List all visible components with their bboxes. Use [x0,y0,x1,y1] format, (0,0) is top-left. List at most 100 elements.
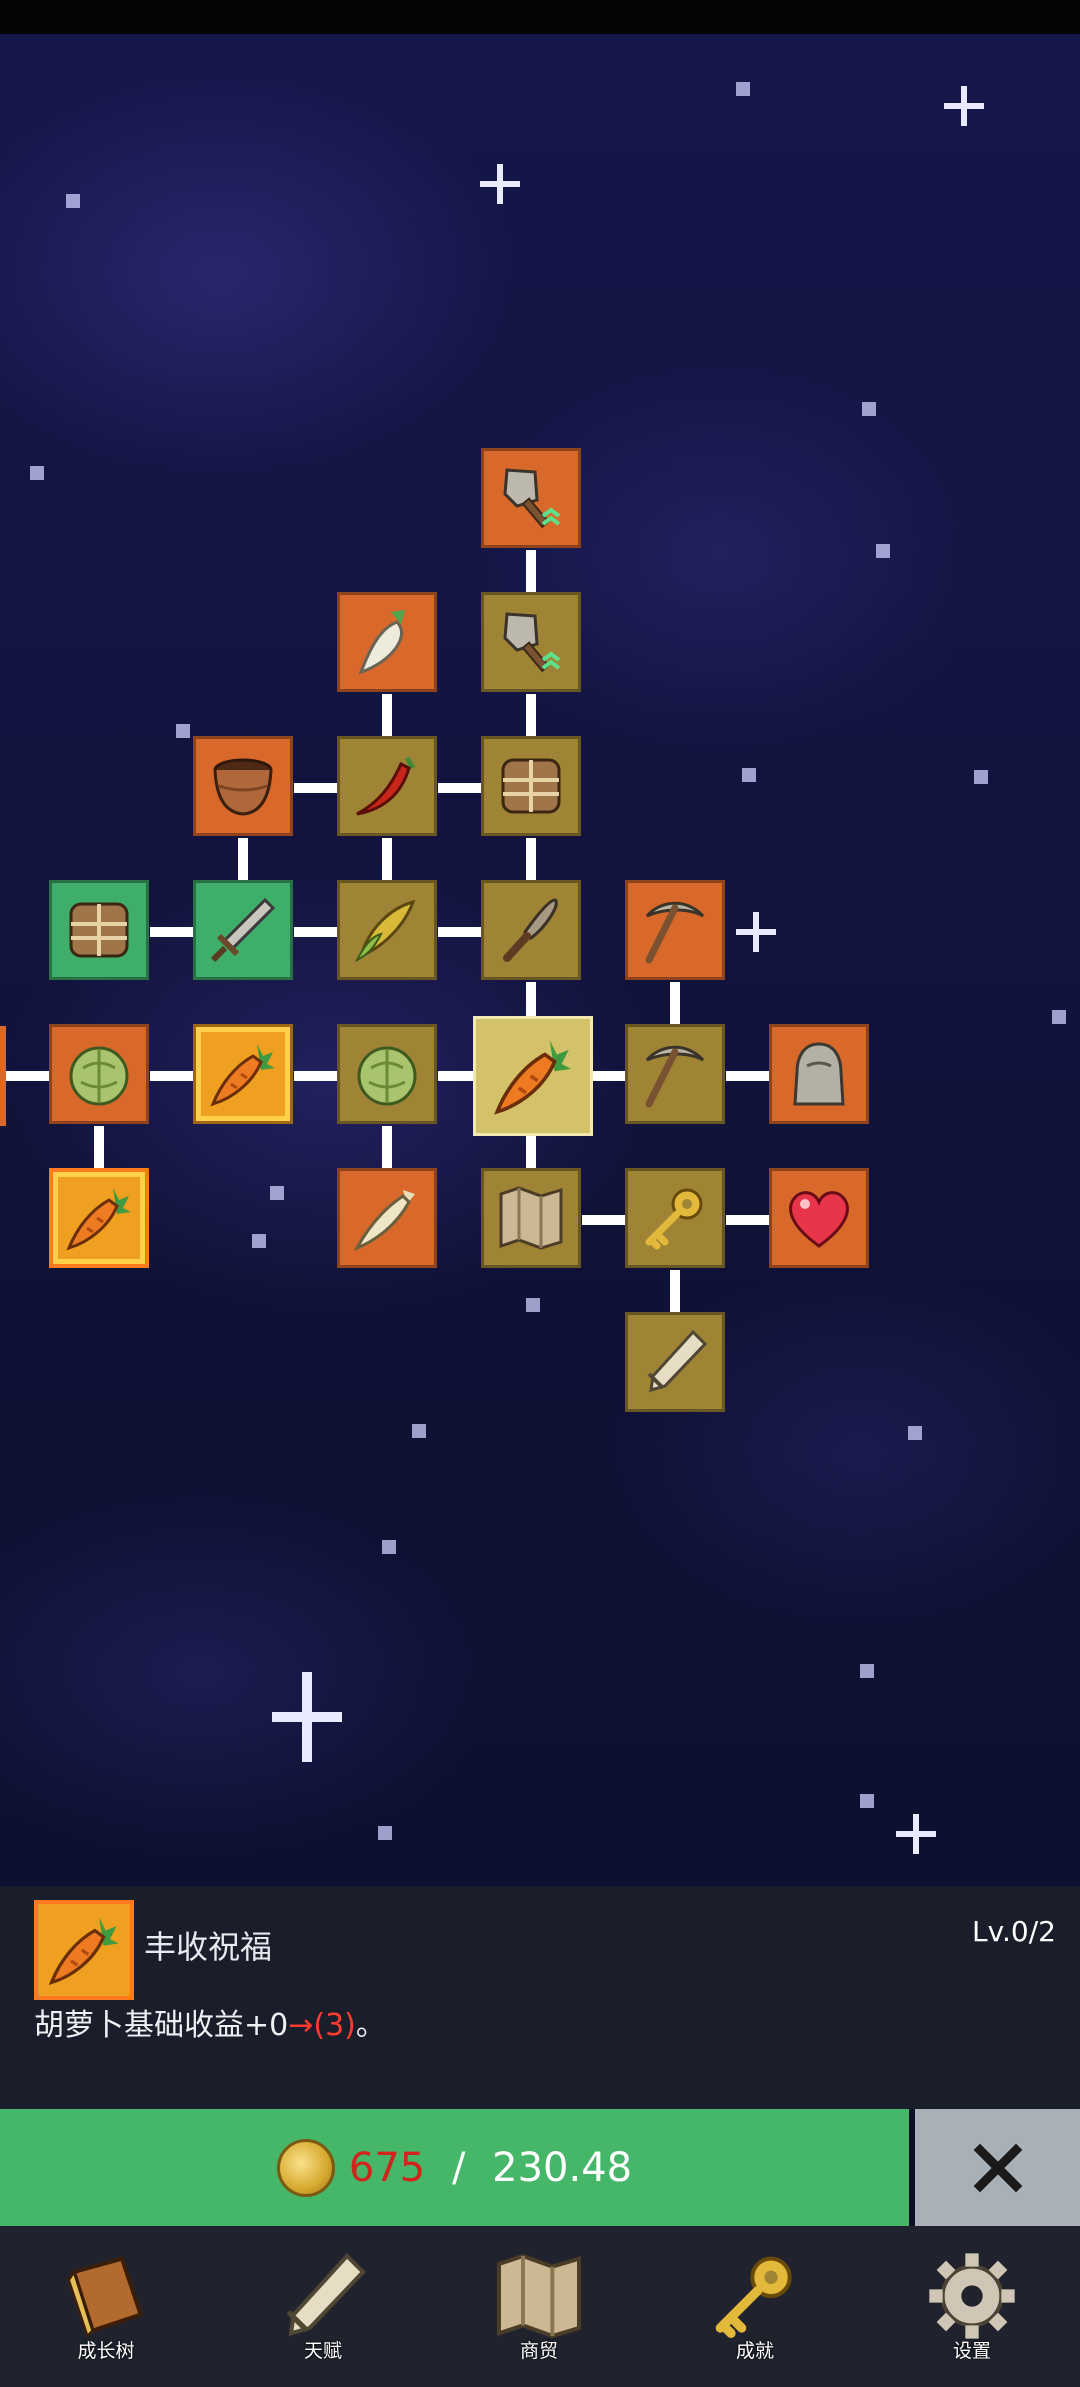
heart-icon [783,1182,855,1254]
node-pickaxe-2[interactable] [625,1024,725,1124]
statue-icon [783,1038,855,1110]
nav-settings[interactable]: 设置 [907,2248,1037,2378]
node-statue[interactable] [769,1024,869,1124]
node-heart[interactable] [769,1168,869,1268]
tree-link [726,1215,770,1225]
knife-icon [495,894,567,966]
node-carrot-blessing[interactable] [49,1168,149,1268]
close-button[interactable] [915,2109,1080,2226]
star [1052,1010,1066,1024]
node-carrot-center[interactable] [473,1016,593,1136]
scroll-icon [273,2248,373,2344]
upgrade-button[interactable]: 675 / 230.48 [0,2109,909,2226]
star [378,1826,392,1840]
tree-link [94,1126,104,1170]
star [252,1234,266,1248]
shovel-icon [495,462,567,534]
book-icon [56,2248,156,2344]
node-scroll[interactable] [625,1312,725,1412]
corn-icon [351,894,423,966]
tree-link [526,1136,536,1170]
tree-link [592,1071,628,1081]
parsnip-icon [351,1182,423,1254]
sparkle [736,912,776,952]
node-parsnip[interactable] [337,1168,437,1268]
map-icon [489,2248,589,2344]
nav-achievements[interactable]: 成就 [690,2248,820,2378]
sparkle [944,86,984,126]
node-radish[interactable] [337,592,437,692]
tree-link [294,927,338,937]
map-icon [495,1182,567,1254]
node-pickaxe-1[interactable] [625,880,725,980]
nav-label: 天赋 [303,2340,342,2362]
gear-icon [922,2248,1022,2344]
node-shovel-top[interactable] [481,448,581,548]
tree-link [382,838,392,882]
key-icon [639,1182,711,1254]
node-sword[interactable] [193,880,293,980]
pickaxe-icon [639,1038,711,1110]
nav-growth-tree[interactable]: 成长树 [41,2248,171,2378]
tree-link [382,694,392,738]
tree-link [382,1126,392,1170]
tree-link [526,982,536,1016]
node-chili[interactable] [337,736,437,836]
carrot-icon [63,1182,135,1254]
tree-link [438,783,482,793]
current-coins: 675 [348,2144,426,2191]
status-bar [0,0,1080,34]
node-corn[interactable] [337,880,437,980]
nav-talent[interactable]: 天赋 [258,2248,388,2378]
pickaxe-icon [639,894,711,966]
tree-link [294,783,338,793]
nav-label: 成就 [735,2340,774,2362]
node-crate-green[interactable] [49,880,149,980]
node-clay-pot[interactable] [193,736,293,836]
carrot-icon [207,1038,279,1110]
carrot-icon [490,1033,576,1119]
node-crate[interactable] [481,736,581,836]
tree-link [238,838,248,882]
pot-icon [207,750,279,822]
cabbage-icon [63,1038,135,1110]
node-knife[interactable] [481,880,581,980]
star [862,402,876,416]
node-carrot-gold[interactable] [193,1024,293,1124]
skill-level: Lv.0/2 [972,1915,1056,1948]
crate-icon [495,750,567,822]
star [876,544,890,558]
node-map[interactable] [481,1168,581,1268]
star [736,82,750,96]
star [742,768,756,782]
offscreen-node-edge [0,1026,6,1126]
nav-label: 设置 [952,2340,991,2362]
node-cabbage-1[interactable] [49,1024,149,1124]
star [974,770,988,784]
tree-link [526,838,536,882]
node-key[interactable] [625,1168,725,1268]
star [526,1298,540,1312]
price-separator: / [439,2144,479,2191]
star [30,466,44,480]
star [860,1664,874,1678]
tree-link [670,1270,680,1314]
tree-link [294,1071,338,1081]
star [412,1424,426,1438]
node-cabbage-2[interactable] [337,1024,437,1124]
tree-link [726,1071,770,1081]
carrot-icon [45,1911,123,1989]
nav-trade[interactable]: 商贸 [474,2248,604,2378]
node-shovel-2[interactable] [481,592,581,692]
close-icon [972,2142,1024,2194]
tree-link [526,694,536,738]
key-icon [705,2248,805,2344]
tree-link [150,927,194,937]
star [176,724,190,738]
star [908,1426,922,1440]
radish-icon [351,606,423,678]
sword-icon [207,894,279,966]
tree-link [438,1071,474,1081]
shovel-icon [495,606,567,678]
cabbage-icon [351,1038,423,1110]
